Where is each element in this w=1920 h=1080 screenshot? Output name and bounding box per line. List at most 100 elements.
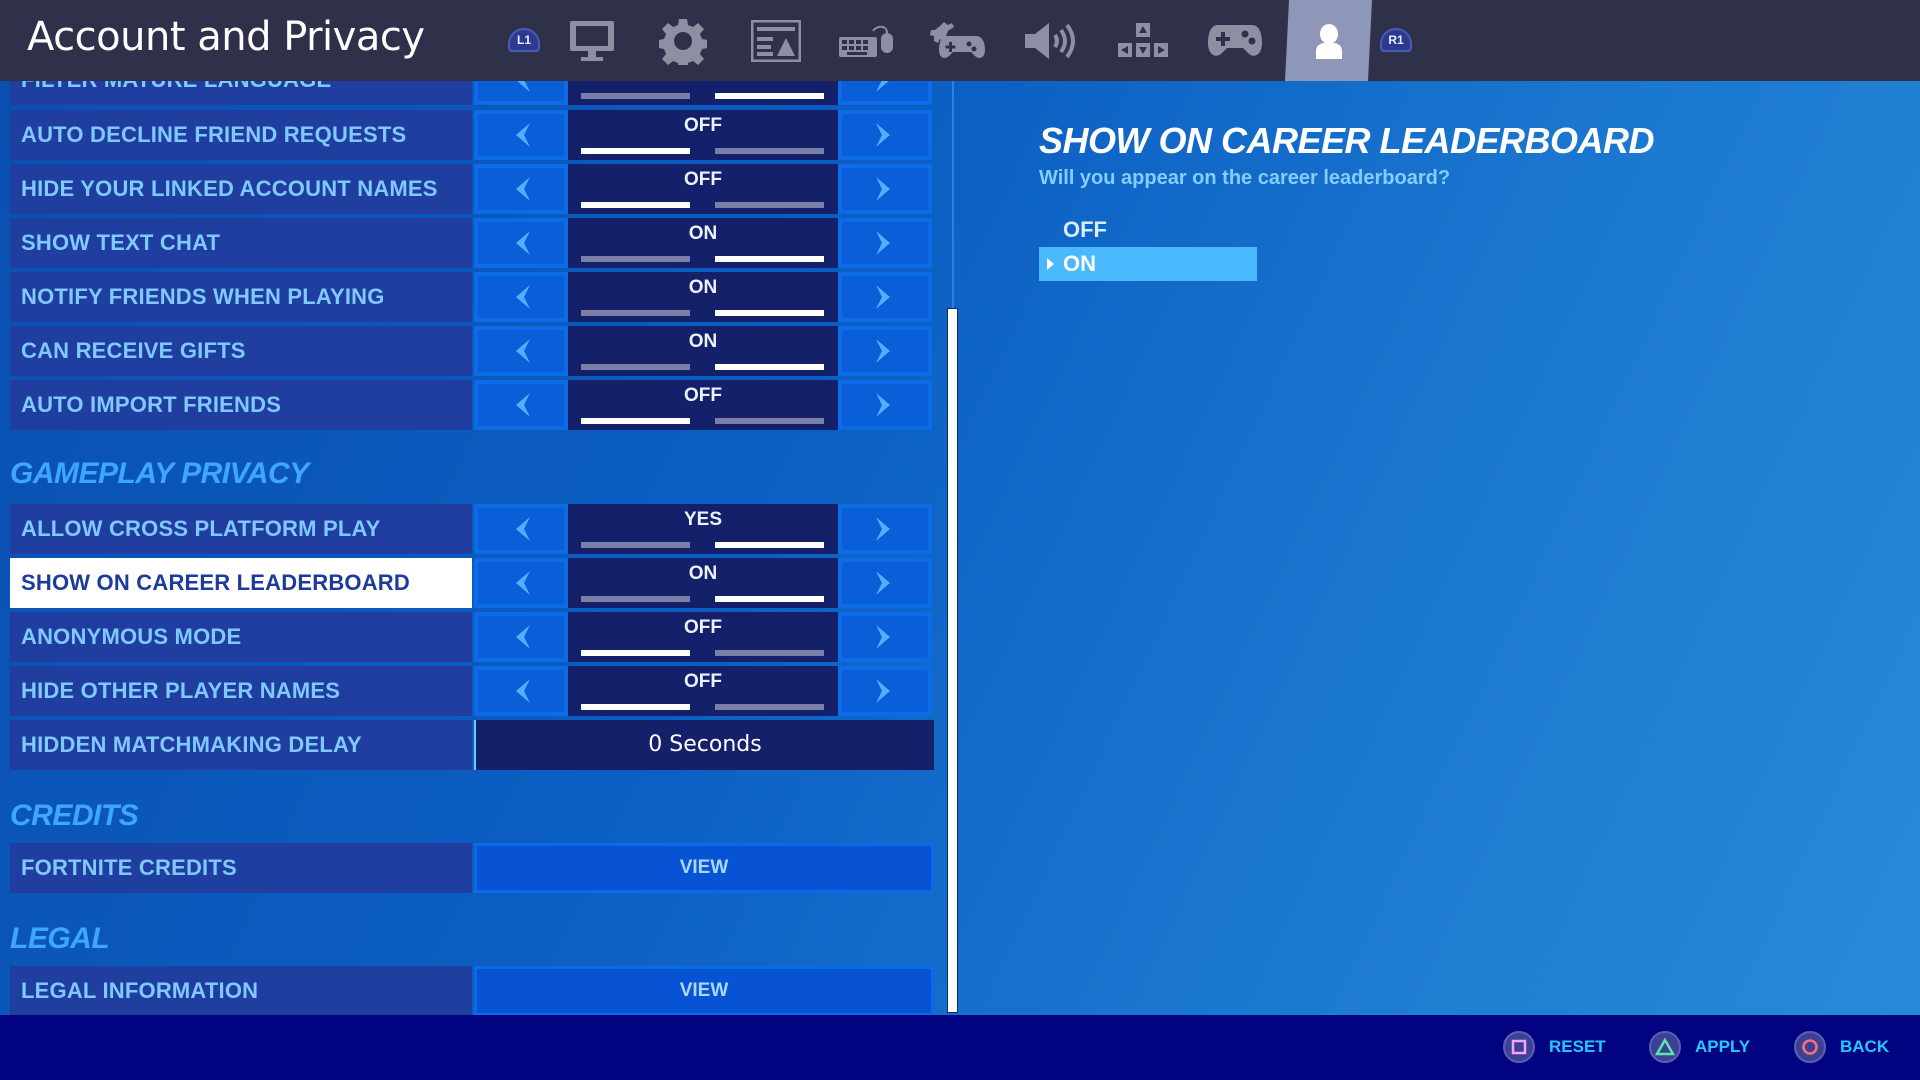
option-indicator [715, 418, 824, 424]
setting-row-anonymous-mode[interactable]: ANONYMOUS MODE OFF [10, 612, 934, 662]
section-heading-credits: CREDITS [10, 799, 139, 832]
option-indicator-active [715, 93, 824, 99]
next-value-button[interactable] [838, 612, 932, 662]
caret-right-icon [1047, 258, 1054, 270]
previous-value-button[interactable] [474, 558, 568, 608]
previous-value-button[interactable] [474, 504, 568, 554]
chevron-left-icon [516, 339, 530, 363]
chevron-left-icon [516, 571, 530, 595]
setting-label: FORTNITE CREDITS [10, 843, 472, 893]
tab-keyboard-mouse[interactable] [827, 0, 907, 81]
view-legal-button[interactable]: VIEW [474, 966, 934, 1015]
setting-label: FILTER MATURE LANGUAGE [10, 81, 472, 105]
setting-label: AUTO IMPORT FRIENDS [10, 380, 472, 430]
setting-row-legal-information[interactable]: LEGAL INFORMATION VIEW [10, 966, 934, 1015]
setting-row-hide-linked-account-names[interactable]: HIDE YOUR LINKED ACCOUNT NAMES OFF [10, 164, 934, 214]
setting-value: ON [568, 558, 838, 608]
setting-label: AUTO DECLINE FRIEND REQUESTS [10, 110, 472, 160]
chevron-right-icon [876, 625, 890, 649]
tab-display[interactable] [552, 0, 632, 81]
previous-value-button[interactable] [474, 218, 568, 268]
option-indicator-active [581, 418, 690, 424]
next-value-button[interactable] [838, 218, 932, 268]
previous-value-button[interactable] [474, 326, 568, 376]
l1-bumper-button[interactable]: L1 [508, 28, 540, 52]
setting-label: CAN RECEIVE GIFTS [10, 326, 472, 376]
chevron-right-icon [876, 517, 890, 541]
setting-row-filter-mature-language[interactable]: FILTER MATURE LANGUAGE ON [10, 81, 934, 105]
chevron-left-icon [516, 177, 530, 201]
next-value-button[interactable] [838, 81, 932, 105]
back-button[interactable]: BACK [1794, 1030, 1889, 1064]
reset-button[interactable]: RESET [1503, 1030, 1606, 1064]
option-indicator [715, 202, 824, 208]
previous-value-button[interactable] [474, 81, 568, 105]
tab-account-privacy[interactable] [1285, 0, 1372, 81]
gear-icon [659, 18, 707, 65]
previous-value-button[interactable] [474, 272, 568, 322]
chevron-left-icon [517, 81, 530, 92]
setting-row-hide-other-player-names[interactable]: HIDE OTHER PLAYER NAMES OFF [10, 666, 934, 716]
detail-title: SHOW ON CAREER LEADERBOARD [1039, 120, 1655, 161]
setting-label: HIDE OTHER PLAYER NAMES [10, 666, 472, 716]
detail-option-on[interactable]: ON [1039, 247, 1257, 281]
next-value-button[interactable] [838, 164, 932, 214]
option-indicator [581, 93, 690, 99]
scrollbar-thumb[interactable] [947, 308, 958, 1013]
next-value-button[interactable] [838, 272, 932, 322]
r1-bumper-button[interactable]: R1 [1380, 28, 1412, 52]
setting-row-notify-friends-when-playing[interactable]: NOTIFY FRIENDS WHEN PLAYING ON [10, 272, 934, 322]
previous-value-button[interactable] [474, 666, 568, 716]
controller-gear-icon [930, 21, 985, 58]
next-value-button[interactable] [838, 380, 932, 430]
next-value-button[interactable] [838, 110, 932, 160]
view-credits-button[interactable]: VIEW [474, 843, 934, 893]
circle-button-icon [1794, 1031, 1826, 1063]
tab-brightness[interactable] [736, 0, 816, 81]
previous-value-button[interactable] [474, 380, 568, 430]
chevron-right-icon [876, 123, 890, 147]
setting-row-auto-import-friends[interactable]: AUTO IMPORT FRIENDS OFF [10, 380, 934, 430]
tab-game[interactable] [643, 0, 723, 81]
chevron-right-icon [876, 285, 890, 309]
chevron-left-icon [516, 123, 530, 147]
setting-label: HIDDEN MATCHMAKING DELAY [10, 720, 472, 770]
option-indicator-active [715, 256, 824, 262]
page-title: Account and Privacy [27, 14, 425, 60]
settings-list: FILTER MATURE LANGUAGE ON AUTO DECLINE F… [0, 81, 940, 1015]
setting-label: HIDE YOUR LINKED ACCOUNT NAMES [10, 164, 472, 214]
option-indicator [581, 542, 690, 548]
setting-label: ANONYMOUS MODE [10, 612, 472, 662]
setting-row-can-receive-gifts[interactable]: CAN RECEIVE GIFTS ON [10, 326, 934, 376]
chevron-right-icon [876, 679, 890, 703]
setting-row-show-on-career-leaderboard[interactable]: SHOW ON CAREER LEADERBOARD ON [10, 558, 934, 608]
setting-row-auto-decline-friend-requests[interactable]: AUTO DECLINE FRIEND REQUESTS OFF [10, 110, 934, 160]
chevron-right-icon [876, 177, 890, 201]
next-value-button[interactable] [838, 666, 932, 716]
previous-value-button[interactable] [474, 612, 568, 662]
matchmaking-delay-value[interactable]: 0 Seconds [474, 720, 934, 770]
next-value-button[interactable] [838, 504, 932, 554]
option-indicator [715, 704, 824, 710]
chevron-right-icon [876, 571, 890, 595]
tab-input-bindings[interactable] [1103, 0, 1183, 81]
tab-controller[interactable] [1195, 0, 1275, 81]
detail-description: Will you appear on the career leaderboar… [1039, 167, 1451, 189]
previous-value-button[interactable] [474, 164, 568, 214]
chevron-right-icon [876, 231, 890, 255]
option-indicator-active [715, 364, 824, 370]
previous-value-button[interactable] [474, 110, 568, 160]
detail-option-off[interactable]: OFF [1039, 213, 1257, 247]
tab-controller-options[interactable] [918, 0, 998, 81]
apply-button[interactable]: APPLY [1649, 1030, 1750, 1064]
setting-row-hidden-matchmaking-delay[interactable]: HIDDEN MATCHMAKING DELAY 0 Seconds [10, 720, 934, 770]
tab-audio[interactable] [1010, 0, 1090, 81]
next-value-button[interactable] [838, 558, 932, 608]
option-indicator [581, 256, 690, 262]
setting-row-show-text-chat[interactable]: SHOW TEXT CHAT ON [10, 218, 934, 268]
setting-row-fortnite-credits[interactable]: FORTNITE CREDITS VIEW [10, 843, 934, 893]
setting-value: ON [568, 272, 838, 322]
next-value-button[interactable] [838, 326, 932, 376]
chevron-left-icon [516, 679, 530, 703]
setting-row-allow-cross-platform-play[interactable]: ALLOW CROSS PLATFORM PLAY YES [10, 504, 934, 554]
